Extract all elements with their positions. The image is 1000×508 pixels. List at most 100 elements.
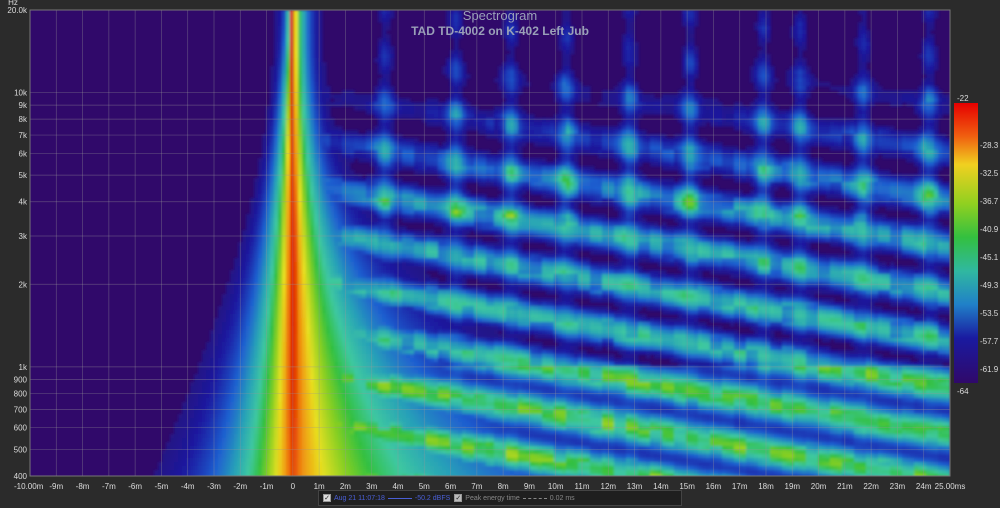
heat-cell [298,218,303,223]
heat-cell [322,306,327,311]
heat-cell [286,154,291,159]
heat-cell [306,138,311,143]
heat-cell [246,406,251,411]
heat-cell [306,254,311,259]
heat-cell [362,450,367,455]
heat-cell [222,406,227,411]
heat-cell [414,454,419,459]
heat-cell [390,130,395,135]
heat-cell [286,262,291,267]
heat-cell [294,86,299,91]
heat-cell [382,314,387,319]
heat-cell [294,358,299,363]
heat-cell [290,242,295,247]
heat-cell [370,334,375,339]
heat-cell [306,390,311,395]
heat-cell [294,430,299,435]
heat-cell [290,22,295,27]
heat-cell [298,382,303,387]
heat-cell [418,278,423,283]
heat-cell [402,370,407,375]
heat-cell [378,322,383,327]
heat-cell [362,266,367,271]
heat-cell [402,142,407,147]
heat-cell [378,358,383,363]
heat-cell [298,298,303,303]
heat-cell [258,334,263,339]
heat-cell [262,394,267,399]
heat-cell [366,102,371,107]
heat-cell [290,394,295,399]
heat-cell [282,214,287,219]
heat-cell [306,142,311,147]
heat-cell [290,186,295,191]
heat-cell [182,406,187,411]
heat-cell [314,318,319,323]
heat-cell [362,254,367,259]
heat-cell [362,246,367,251]
heat-cell [302,322,307,327]
heat-cell [330,150,335,155]
heat-cell [386,242,391,247]
heat-cell [314,438,319,443]
heat-cell [310,114,315,119]
heat-cell [190,402,195,407]
heat-cell [358,430,363,435]
heat-cell [254,386,259,391]
heat-cell [346,94,351,99]
heat-cell [302,22,307,27]
heat-cell [254,242,259,247]
heat-cell [286,206,291,211]
heat-cell [330,146,335,151]
heat-cell [358,298,363,303]
heat-cell [398,238,403,243]
heat-cell [250,306,255,311]
heat-cell [334,310,339,315]
heat-cell [282,438,287,443]
heat-cell [254,258,259,263]
heat-cell [258,262,263,267]
heat-cell [310,142,315,147]
heat-cell [294,434,299,439]
heat-cell [310,450,315,455]
heat-cell [206,466,211,471]
heat-cell [322,94,327,99]
heat-cell [190,466,195,471]
heat-cell [298,254,303,259]
heat-cell [334,350,339,355]
heat-cell [334,414,339,419]
heat-cell [294,202,299,207]
heat-cell [326,246,331,251]
heat-cell [386,106,391,111]
heat-cell [262,414,267,419]
heat-cell [418,190,423,195]
heat-cell [418,102,423,107]
heat-cell [306,218,311,223]
heat-cell [282,46,287,51]
heat-cell [298,166,303,171]
heat-cell [282,206,287,211]
heat-cell [298,86,303,91]
heat-cell [234,386,239,391]
heat-cell [254,266,259,271]
heat-cell [226,306,231,311]
heat-cell [250,294,255,299]
heat-cell [202,418,207,423]
heat-cell [330,298,335,303]
heat-cell [350,470,355,475]
heat-cell [274,286,279,291]
heat-cell [290,438,295,443]
heat-cell [390,162,395,167]
heat-cell [326,346,331,351]
heat-cell [330,430,335,435]
heat-cell [322,278,327,283]
heat-cell [398,438,403,443]
heat-cell [414,146,419,151]
heat-cell [250,286,255,291]
heat-cell [330,190,335,195]
heat-cell [358,322,363,327]
heat-cell [314,10,319,15]
heat-cell [370,438,375,443]
heat-cell [310,70,315,75]
heat-cell [366,178,371,183]
